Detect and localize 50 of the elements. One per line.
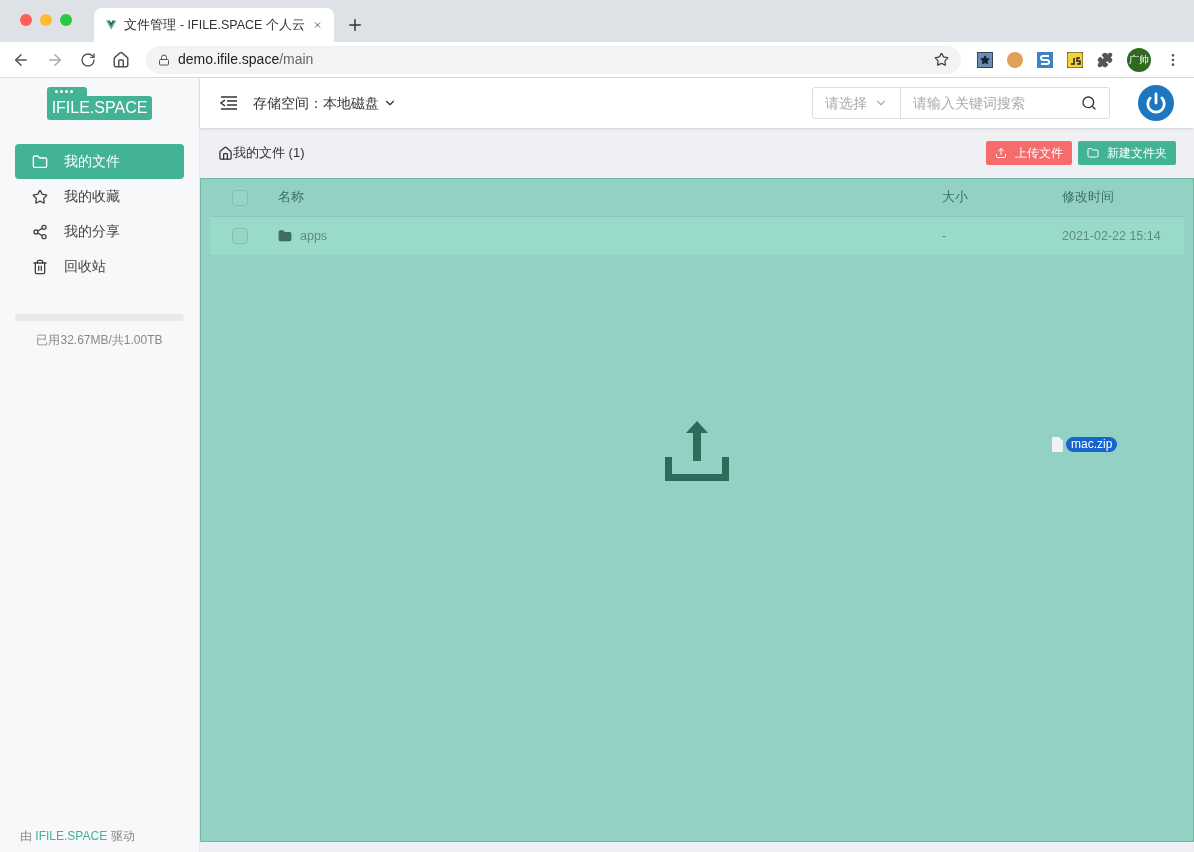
share-icon <box>32 223 48 240</box>
s-extension-icon[interactable] <box>1037 51 1053 68</box>
search-icon[interactable] <box>1081 95 1097 111</box>
checkbox[interactable] <box>232 228 248 244</box>
v-logo-icon <box>106 18 117 32</box>
checkbox[interactable] <box>232 189 248 206</box>
lock-icon <box>158 53 170 66</box>
collapse-menu-icon[interactable] <box>220 96 237 110</box>
tab-title: 文件管理 - IFILE.SPACE 个人云 <box>124 16 305 34</box>
drop-zone[interactable]: 名称 大小 修改时间 apps - 2021-02-22 15:14 mac.zip <box>200 178 1194 842</box>
power-button[interactable] <box>1138 85 1174 121</box>
profile-avatar[interactable]: 广帅 <box>1127 47 1151 72</box>
storage-dropdown[interactable]: 本地磁盘 <box>323 92 397 114</box>
new-tab-icon[interactable] <box>346 16 364 34</box>
search-field[interactable]: 请输入关键词搜索 <box>901 87 1110 119</box>
storage-usage: 已用32.67MB/共1.00TB <box>36 332 163 349</box>
column-header: 修改时间 <box>1062 189 1114 207</box>
upload-icon <box>995 147 1007 159</box>
table-cell-text: apps <box>300 227 328 245</box>
trash-icon <box>32 258 48 275</box>
powered-by-text: 由 IFILE.SPACE 驱动 <box>20 828 136 845</box>
home-icon[interactable] <box>218 145 233 161</box>
column-header: 名称 <box>278 189 305 207</box>
column-header: 大小 <box>942 189 969 207</box>
home-icon[interactable] <box>112 50 130 69</box>
extensions-icon[interactable] <box>1097 51 1113 68</box>
folder-icon <box>1087 147 1099 159</box>
table-cell-text: 2021-02-22 15:14 <box>1062 227 1161 245</box>
js-extension-icon[interactable] <box>1067 51 1083 68</box>
table-cell-text: - <box>942 227 948 245</box>
power-icon <box>1145 92 1167 114</box>
dragged-file-name: mac.zip <box>1066 437 1118 452</box>
folder-icon <box>278 229 292 243</box>
folder-icon <box>32 153 48 170</box>
logo: IFILE.SPACE <box>46 86 153 120</box>
search-input[interactable]: 请输入关键词搜索 <box>901 88 1081 118</box>
file-icon <box>1052 437 1063 452</box>
browser-tab[interactable]: 文件管理 - IFILE.SPACE 个人云 <box>94 8 334 42</box>
sidebar-item[interactable]: 我的收藏 <box>15 179 184 214</box>
star-icon <box>32 188 48 205</box>
sidebar-item[interactable]: 我的分享 <box>15 214 184 249</box>
star-extension-icon[interactable] <box>977 51 993 68</box>
url-text: demo.ifile.space/main <box>178 50 315 69</box>
address-bar[interactable]: demo.ifile.space/main <box>146 45 961 74</box>
upload-icon <box>663 419 731 483</box>
reload-icon[interactable] <box>80 51 96 68</box>
breadcrumb[interactable]: 我的文件 (1) <box>233 143 305 163</box>
sidebar-item[interactable]: 回收站 <box>15 249 184 284</box>
storage-label: 存储空间： <box>253 93 323 113</box>
bookmark-star-icon[interactable] <box>934 52 949 67</box>
